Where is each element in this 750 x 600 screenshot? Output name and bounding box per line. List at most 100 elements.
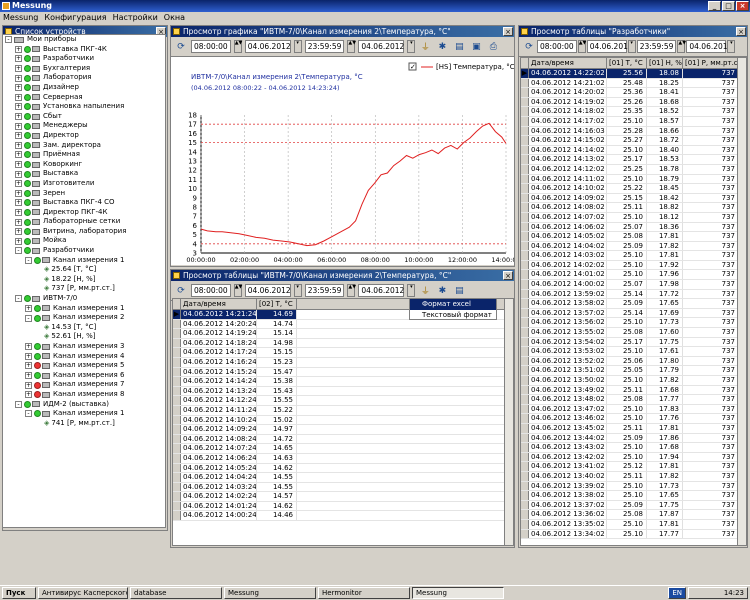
table-row[interactable]: 04.06.2012 14:06:02 25.07 18.36 737 bbox=[521, 222, 746, 233]
expand-icon[interactable]: - bbox=[25, 410, 32, 418]
taskbar-item[interactable]: Антивирус Касперского bbox=[38, 587, 128, 599]
tree-item[interactable]: + Мойка bbox=[3, 236, 165, 246]
tree-item[interactable]: + Директор ПКГ-4К bbox=[3, 208, 165, 218]
export-icon[interactable]: ▤ bbox=[452, 40, 466, 54]
tree-item[interactable]: + Коворкинг bbox=[3, 160, 165, 170]
column-header[interactable]: [01] H, % bbox=[647, 58, 683, 68]
app-title-bar[interactable]: Messung _ □ × bbox=[0, 0, 750, 12]
table-row[interactable]: 04.06.2012 13:34:02 25.10 17.77 737 bbox=[521, 529, 746, 540]
menu-item-text[interactable]: Текстовый формат bbox=[410, 310, 496, 321]
table-row[interactable]: 04.06.2012 13:54:02 25.17 17.75 737 bbox=[521, 337, 746, 348]
from-time-field[interactable]: 08:00:00 bbox=[537, 40, 577, 53]
start-button[interactable]: Пуск bbox=[2, 587, 36, 599]
table-row[interactable]: 04.06.2012 14:18:24 14.98 bbox=[173, 338, 513, 349]
scrollbar[interactable] bbox=[504, 299, 513, 545]
expand-icon[interactable]: + bbox=[25, 362, 32, 370]
tree-item[interactable]: + Приёмная bbox=[3, 150, 165, 160]
table-row[interactable]: 04.06.2012 14:19:02 25.26 18.68 737 bbox=[521, 97, 746, 108]
table-row[interactable]: 04.06.2012 14:07:24 14.65 bbox=[173, 444, 513, 454]
expand-icon[interactable]: - bbox=[25, 314, 32, 322]
table-row[interactable]: 04.06.2012 14:14:24 15.38 bbox=[173, 377, 513, 387]
from-date-field[interactable]: 04.06.2012 bbox=[244, 284, 291, 297]
table-row[interactable]: 04.06.2012 14:18:02 25.35 18.52 737 bbox=[521, 107, 746, 117]
column-header[interactable]: [01] T, °С bbox=[607, 58, 647, 68]
expand-icon[interactable]: + bbox=[25, 304, 32, 312]
table-row[interactable]: 04.06.2012 14:04:02 25.09 17.82 737 bbox=[521, 241, 746, 252]
table-row[interactable]: 04.06.2012 14:12:24 15.55 bbox=[173, 396, 513, 406]
calendar-icon[interactable]: ▾ bbox=[293, 284, 302, 297]
tree-item[interactable]: - Канал измерения 1 bbox=[3, 256, 165, 266]
table-row[interactable]: 04.06.2012 13:48:02 25.08 17.77 737 bbox=[521, 395, 746, 405]
table-row[interactable]: 04.06.2012 14:00:02 25.07 17.98 737 bbox=[521, 280, 746, 290]
filter-icon[interactable]: ⏚ bbox=[418, 40, 432, 54]
table-row[interactable]: 04.06.2012 14:05:24 14.62 bbox=[173, 463, 513, 474]
expand-icon[interactable]: + bbox=[15, 141, 22, 149]
table-row[interactable]: 04.06.2012 14:10:24 15.02 bbox=[173, 415, 513, 426]
table-row[interactable]: 04.06.2012 14:12:02 25.25 18.78 737 bbox=[521, 164, 746, 175]
expand-icon[interactable]: + bbox=[15, 228, 22, 236]
expand-icon[interactable]: + bbox=[15, 208, 22, 216]
expand-icon[interactable]: - bbox=[15, 295, 22, 303]
tree-item[interactable]: + Директор bbox=[3, 131, 165, 141]
expand-icon[interactable]: - bbox=[15, 247, 22, 255]
settings-icon[interactable]: ✱ bbox=[435, 284, 449, 298]
tree-item[interactable]: - Разработчики bbox=[3, 246, 165, 256]
tree-item[interactable]: - ИВТМ-7/0 bbox=[3, 294, 165, 304]
table-row[interactable]: 04.06.2012 14:13:02 25.17 18.53 737 bbox=[521, 155, 746, 165]
table-row[interactable]: 04.06.2012 14:00:24 14.46 bbox=[173, 511, 513, 522]
table-row[interactable]: 04.06.2012 13:35:02 25.10 17.81 737 bbox=[521, 519, 746, 530]
table-row[interactable]: 04.06.2012 14:13:24 15.43 bbox=[173, 386, 513, 397]
to-time-field[interactable]: 23:59:59 bbox=[636, 40, 677, 53]
table-row[interactable]: 04.06.2012 14:01:02 25.10 17.96 737 bbox=[521, 270, 746, 281]
to-date-field[interactable]: 04.06.2012 bbox=[358, 284, 405, 297]
maximize-button[interactable]: □ bbox=[722, 1, 735, 11]
menu-settings[interactable]: Настройки bbox=[113, 12, 158, 23]
table-row[interactable]: 04.06.2012 14:16:03 25.28 18.66 737 bbox=[521, 126, 746, 137]
tree-item[interactable]: - Канал измерения 2 bbox=[3, 313, 165, 323]
table-row[interactable]: 04.06.2012 14:09:24 14.97 bbox=[173, 425, 513, 435]
table-row[interactable]: 04.06.2012 14:10:02 25.22 18.45 737 bbox=[521, 184, 746, 194]
tree-item[interactable]: + Выставка ПКГ-4 СО bbox=[3, 198, 165, 208]
expand-icon[interactable]: - bbox=[15, 400, 22, 408]
table-row[interactable]: 04.06.2012 14:20:24 14.74 bbox=[173, 319, 513, 330]
table-row[interactable]: 04.06.2012 14:17:02 25.10 18.57 737 bbox=[521, 116, 746, 127]
table-row[interactable]: 04.06.2012 13:40:02 25.11 17.82 737 bbox=[521, 471, 746, 482]
table-row[interactable]: 04.06.2012 13:50:02 25.10 17.82 737 bbox=[521, 376, 746, 386]
tree-item[interactable]: + Канал измерения 4 bbox=[3, 352, 165, 362]
tree-item[interactable]: + Канал измерения 1 bbox=[3, 304, 165, 314]
column-header[interactable]: [02] T, °С bbox=[257, 299, 297, 309]
expand-icon[interactable]: + bbox=[15, 161, 22, 169]
expand-icon[interactable]: + bbox=[25, 381, 32, 389]
tree-item[interactable]: + Серверная bbox=[3, 93, 165, 103]
table-row[interactable]: 04.06.2012 14:02:02 25.10 17.92 737 bbox=[521, 260, 746, 271]
table-row[interactable]: 04.06.2012 13:49:02 25.11 17.68 737 bbox=[521, 385, 746, 396]
taskbar-item-active[interactable]: Messung bbox=[412, 587, 504, 599]
tree-item[interactable]: ◈ 14.53 [T, °C] bbox=[3, 323, 165, 333]
tree-item[interactable]: ◈ 52.61 [H, %] bbox=[3, 332, 165, 342]
column-header[interactable]: Дата/время bbox=[181, 299, 257, 309]
calendar-icon[interactable]: ▾ bbox=[727, 40, 736, 53]
table-row[interactable]: 04.06.2012 13:57:02 25.14 17.69 737 bbox=[521, 308, 746, 319]
expand-icon[interactable]: + bbox=[25, 391, 32, 399]
tree-item[interactable]: + Лаборатория bbox=[3, 73, 165, 83]
expand-icon[interactable]: + bbox=[15, 74, 22, 82]
to-date-field[interactable]: 04.06.2012 bbox=[358, 40, 405, 53]
table-row[interactable]: 04.06.2012 13:59:02 25.14 17.72 737 bbox=[521, 289, 746, 300]
expand-icon[interactable]: + bbox=[15, 113, 22, 121]
table-row[interactable]: 04.06.2012 13:45:02 25.11 17.81 737 bbox=[521, 423, 746, 434]
table-row[interactable]: 04.06.2012 13:52:02 25.06 17.80 737 bbox=[521, 356, 746, 367]
filter-icon[interactable]: ⏚ bbox=[418, 284, 432, 298]
tree-item[interactable]: + Лабораторные сетки bbox=[3, 217, 165, 227]
tree-item[interactable]: + Канал измерения 6 bbox=[3, 371, 165, 381]
from-time-field[interactable]: 08:00:00 bbox=[191, 40, 231, 53]
table-row[interactable]: 04.06.2012 14:19:24 15.14 bbox=[173, 329, 513, 339]
expand-icon[interactable]: + bbox=[15, 170, 22, 178]
table-row[interactable]: 04.06.2012 13:58:02 25.09 17.65 737 bbox=[521, 299, 746, 309]
expand-icon[interactable]: + bbox=[15, 189, 22, 197]
expand-icon[interactable]: - bbox=[25, 256, 32, 264]
table-row[interactable]: 04.06.2012 14:17:24 15.15 bbox=[173, 348, 513, 358]
spin-icon[interactable]: ▲▼ bbox=[347, 40, 356, 53]
close-button[interactable]: × bbox=[736, 1, 749, 11]
close-icon[interactable]: × bbox=[503, 27, 513, 36]
tree-item[interactable]: + Сбыт bbox=[3, 112, 165, 122]
